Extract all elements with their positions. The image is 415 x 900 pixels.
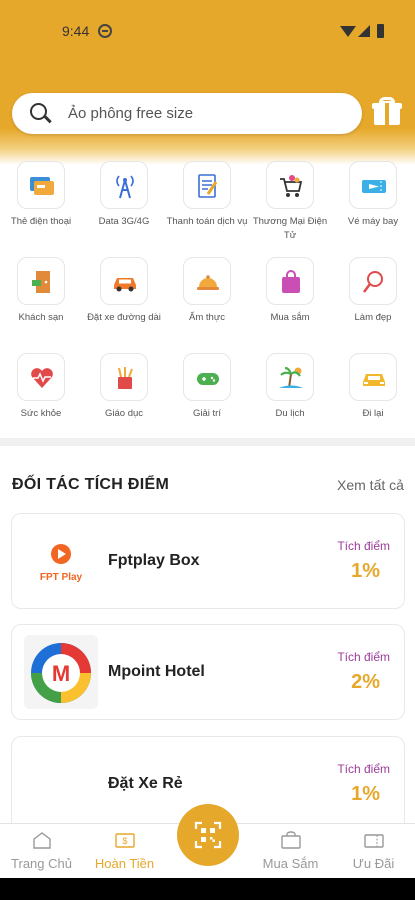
earn-label: Tích điểm [337, 539, 390, 553]
gift-icon[interactable] [372, 96, 402, 126]
svg-text:M: M [52, 661, 70, 686]
nav-home[interactable]: Trang Chủ [0, 824, 83, 878]
partner-name: Mpoint Hotel [108, 663, 205, 680]
category-shopping[interactable]: Mua sắm [249, 257, 331, 325]
phone-card-icon [30, 177, 54, 195]
sync-icon [98, 24, 112, 38]
qr-scan-button[interactable] [177, 804, 239, 866]
category-hotel[interactable]: Khách sạn [0, 257, 82, 325]
category-entertainment[interactable]: Giải trí [166, 353, 248, 421]
category-beauty[interactable]: Làm đẹp [332, 257, 414, 325]
category-label: Đi lại [362, 408, 384, 419]
category-label: Thanh toán dịch vụ [166, 216, 248, 227]
category-education[interactable]: Giáo dục [83, 353, 165, 421]
partner-name: Fptplay Box [108, 552, 200, 569]
search-icon [30, 103, 47, 120]
category-transport[interactable]: Đi lại [332, 353, 414, 421]
category-plane-ticket[interactable]: Vé máy bay [332, 161, 414, 229]
nav-label: Mua Sắm [262, 856, 319, 871]
earn-percent: 2% [351, 671, 380, 693]
heart-pulse-icon [31, 368, 53, 388]
antenna-icon [116, 175, 134, 199]
category-label: Du lịch [275, 408, 305, 419]
category-health[interactable]: Sức khỏe [0, 353, 82, 421]
pencil-cup-icon [118, 367, 133, 389]
plane-ticket-icon [362, 180, 386, 193]
section-divider [0, 438, 415, 446]
search-bar[interactable]: Ảo phông free size [12, 93, 362, 134]
category-bill-payment[interactable]: Thanh toán dịch vụ [166, 161, 248, 229]
category-label: Đặt xe đường dài [87, 312, 161, 323]
category-label: Mua sắm [270, 312, 310, 323]
shopping-bag-icon [282, 270, 300, 293]
nav-label: Trang Chủ [11, 856, 72, 871]
earn-label: Tích điểm [337, 650, 390, 664]
status-bar: 9:44 [0, 18, 415, 48]
category-label: Data 3G/4G [98, 216, 150, 227]
status-time: 9:44 [62, 23, 90, 39]
bill-payment-icon [198, 174, 218, 198]
mpoint-logo: M [24, 635, 98, 709]
category-food[interactable]: Ẩm thực [166, 257, 248, 325]
nav-label: Hoàn Tiền [94, 856, 155, 871]
category-phone-card[interactable]: Thẻ điện thoại [0, 161, 82, 229]
car-icon [114, 278, 136, 292]
partners-title: ĐỐI TÁC TÍCH ĐIỂM [12, 476, 170, 493]
partner-card-fptplay[interactable]: FPT Play Fptplay Box Tích điểm 1% [11, 513, 405, 609]
category-label: Giải trí [193, 408, 221, 419]
search-input[interactable]: Ảo phông free size [68, 105, 193, 122]
earn-label: Tích điểm [337, 762, 390, 776]
hotel-door-icon [32, 271, 50, 293]
svg-text:FPT Play: FPT Play [40, 572, 83, 583]
category-label: Làm đẹp [354, 312, 392, 323]
nav-shopping[interactable]: Mua Sắm [249, 824, 332, 878]
category-label: Thương Mại Điện Tử [252, 216, 328, 241]
category-car-booking[interactable]: Đặt xe đường dài [83, 257, 165, 325]
category-data[interactable]: Data 3G/4G [83, 161, 165, 229]
cashback-icon: $ [114, 833, 135, 848]
gamepad-icon [197, 373, 219, 385]
signal-icon [358, 25, 370, 37]
category-grid: Thẻ điện thoại Data 3G/4G Thanh toán dịc… [0, 157, 415, 437]
food-cloche-icon [197, 275, 219, 290]
qr-scan-icon [194, 821, 222, 849]
category-travel[interactable]: Du lịch [249, 353, 331, 421]
partner-card-mpoint-hotel[interactable]: M Mpoint Hotel Tích điểm 2% [11, 624, 405, 720]
shopping-icon [280, 831, 301, 849]
svg-text:$: $ [122, 836, 127, 846]
battery-icon [377, 24, 384, 38]
category-label: Thẻ điện thoại [10, 216, 72, 227]
partner-name: Đặt Xe Rẻ [108, 775, 183, 792]
ecommerce-cart-icon [280, 175, 303, 197]
nav-label: Ưu Đãi [352, 856, 395, 871]
voucher-icon [363, 834, 384, 848]
header: 9:44 [0, 0, 415, 165]
taxi-icon [363, 374, 385, 386]
fptplay-logo: FPT Play [24, 524, 98, 598]
earn-percent: 1% [351, 783, 380, 805]
nav-cashback[interactable]: $ Hoàn Tiền [83, 824, 166, 878]
beach-icon [279, 366, 303, 389]
earn-percent: 1% [351, 560, 380, 582]
category-ecommerce[interactable]: Thương Mại Điện Tử [249, 161, 331, 243]
home-icon [32, 832, 51, 849]
nav-deals[interactable]: Ưu Đãi [332, 824, 415, 878]
mirror-icon [363, 271, 383, 293]
wifi-icon [340, 26, 356, 37]
category-label: Vé máy bay [347, 216, 399, 227]
see-all-link[interactable]: Xem tất cả [337, 477, 415, 493]
category-label: Khách sạn [18, 312, 64, 323]
system-nav-bar [0, 878, 415, 900]
category-label: Sức khỏe [20, 408, 62, 419]
category-label: Ẩm thực [189, 312, 225, 323]
category-label: Giáo dục [104, 408, 144, 419]
